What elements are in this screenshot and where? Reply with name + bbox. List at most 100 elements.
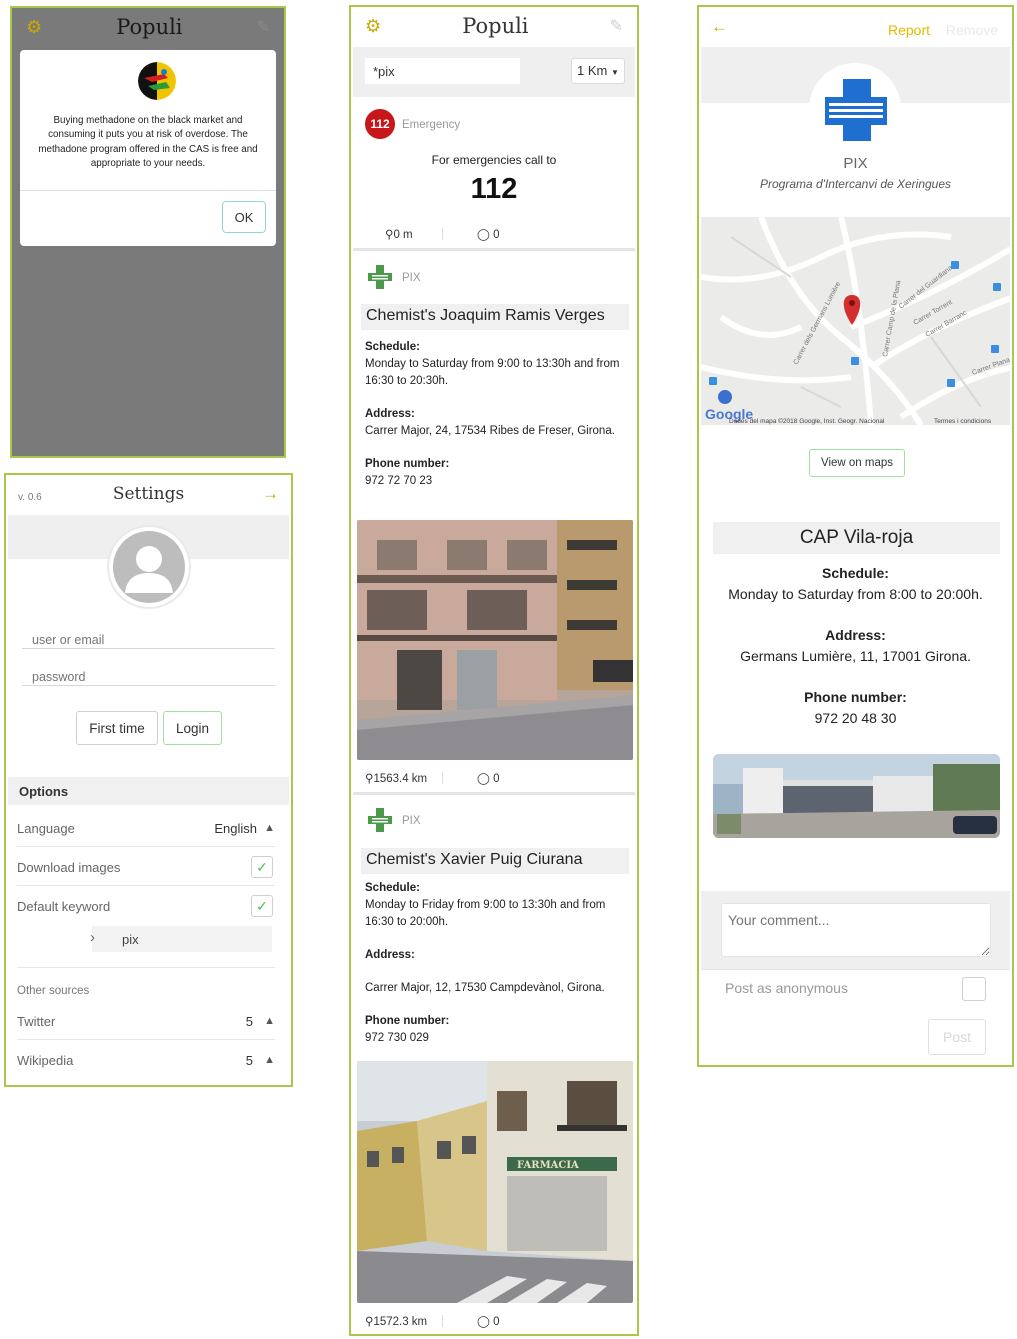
phone-label: Phone number: — [365, 1015, 450, 1027]
report-button[interactable]: Report — [888, 22, 930, 38]
map-attribution: Dades del mapa ©2018 Google, Inst. Geogr… — [729, 417, 885, 425]
arrow-left-icon[interactable]: ← — [711, 17, 728, 37]
address-block: Address: Germans Lumière, 11, 17001 Giro… — [699, 625, 1012, 667]
download-images-row: Download images ✓ — [17, 848, 275, 886]
radius-select[interactable]: 1 Km ▼ — [571, 58, 625, 84]
phone-block: Phone number: 972 20 48 30 — [699, 687, 1012, 729]
comments-meta[interactable]: ◯ 0 — [477, 227, 499, 241]
keyword-input[interactable]: › pix — [90, 926, 272, 952]
location-map[interactable]: Carrer dels Germans Lumière Carrer Camp … — [701, 217, 1010, 425]
app-title: Populi — [462, 14, 529, 38]
meta-divider — [442, 1315, 443, 1327]
user-email-input[interactable] — [22, 625, 275, 649]
alert-dialog: Buying methadone on the black market and… — [20, 50, 276, 246]
distance-meta: ⚲1563.4 km — [365, 771, 427, 785]
download-images-checkbox[interactable]: ✓ — [251, 856, 273, 878]
distance-meta: ⚲1572.3 km — [365, 1314, 427, 1328]
password-input[interactable] — [22, 662, 275, 686]
caret-up-icon[interactable]: ▲ — [264, 822, 275, 834]
other-sources-header: Other sources — [17, 985, 90, 997]
pencil-icon[interactable]: ✎ — [610, 16, 623, 36]
card-title: Chemist's Xavier Puig Ciurana — [361, 848, 629, 874]
comments-meta[interactable]: ◯ 0 — [477, 1314, 499, 1328]
card-divider — [353, 248, 635, 251]
gear-icon[interactable]: ⚙ — [26, 17, 42, 38]
street-photo — [357, 520, 633, 760]
comment-input[interactable] — [721, 903, 991, 957]
wikipedia-row[interactable]: Wikipedia 5 ▲ — [17, 1041, 275, 1079]
post-button[interactable]: Post — [928, 1019, 986, 1055]
schedule-text: Monday to Saturday from 9:00 to 13:30h a… — [365, 358, 620, 387]
twitter-value[interactable]: 5 — [246, 1014, 253, 1029]
pix-cross-icon — [368, 265, 392, 289]
emergency-badge: 112 — [365, 109, 395, 139]
keyword-value: pix — [122, 932, 139, 947]
address-text: Germans Lumière, 11, 17001 Girona. — [740, 648, 971, 664]
schedule-label: Schedule: — [822, 565, 889, 581]
pix-cross-icon — [809, 63, 901, 155]
shop-sign-text: FARMACIA — [517, 1160, 579, 1171]
emergency-category: Emergency — [402, 119, 461, 131]
building-photo — [713, 754, 1000, 838]
anonymous-checkbox[interactable] — [962, 977, 986, 1001]
default-keyword-checkbox[interactable]: ✓ — [251, 895, 273, 917]
twitter-label: Twitter — [17, 1014, 56, 1029]
settings-screen: v. 0.6 Settings → First time Login Optio… — [4, 473, 293, 1087]
remove-button[interactable]: Remove — [946, 22, 998, 38]
caret-down-icon: ▼ — [611, 68, 619, 77]
comments-count: 0 — [493, 229, 500, 241]
section-divider — [17, 967, 275, 968]
app-header: ⚙ Populi ✎ — [12, 8, 284, 46]
address-label: Address: — [825, 627, 886, 643]
distance-value: 1572.3 km — [373, 1316, 428, 1328]
anonymous-label: Post as anonymous — [725, 980, 848, 996]
street-photo: FARMACIA — [357, 1061, 633, 1303]
caret-up-icon[interactable]: ▲ — [264, 1054, 275, 1066]
wikipedia-value[interactable]: 5 — [246, 1053, 253, 1068]
pencil-icon[interactable]: ✎ — [257, 17, 270, 37]
language-row[interactable]: Language English ▲ — [17, 809, 275, 847]
ok-button[interactable]: OK — [222, 201, 266, 233]
gear-icon[interactable]: ⚙ — [365, 16, 381, 37]
address-text: Carrer Major, 12, 17530 Campdevànol, Gir… — [365, 982, 605, 994]
phone-text: 972 72 70 23 — [365, 475, 433, 487]
dialog-divider — [20, 190, 276, 191]
distance-value: 0 m — [393, 229, 413, 241]
schedule-block: Schedule: Monday to Saturday from 8:00 t… — [699, 563, 1012, 605]
detail-screen: ← Report Remove PIX Programa d'Intercanv… — [697, 5, 1014, 1067]
search-input[interactable] — [365, 58, 520, 84]
settings-title: Settings — [112, 484, 185, 504]
app-header: ⚙ Populi ✎ — [351, 7, 637, 45]
dialog-message: Buying methadone on the black market and… — [38, 115, 258, 169]
first-time-button[interactable]: First time — [76, 711, 158, 745]
list-screen: ⚙ Populi ✎ 1 Km ▼ 112 Emergency For emer… — [349, 5, 639, 1336]
app-title: Populi — [116, 15, 183, 39]
chevron-right-icon: › — [90, 929, 95, 946]
wikipedia-label: Wikipedia — [17, 1053, 74, 1068]
phone-text[interactable]: 972 20 48 30 — [699, 708, 1012, 729]
caret-up-icon[interactable]: ▲ — [264, 1015, 275, 1027]
view-on-maps-button[interactable]: View on maps — [809, 449, 905, 477]
language-value[interactable]: English — [214, 821, 257, 836]
comments-meta[interactable]: ◯ 0 — [477, 771, 499, 785]
comment-icon: ◯ — [477, 229, 490, 241]
phone-label: Phone number: — [804, 689, 907, 705]
map-terms-link[interactable]: Termes i condicions — [934, 418, 992, 425]
settings-header: v. 0.6 Settings → — [6, 475, 291, 513]
radius-value: 1 Km — [577, 63, 608, 78]
detail-category: PIX — [843, 155, 868, 172]
comments-count: 0 — [493, 773, 500, 785]
login-button[interactable]: Login — [163, 711, 222, 745]
arrow-right-icon[interactable]: → — [262, 484, 279, 504]
card-category: PIX — [402, 815, 421, 827]
search-bar: 1 Km ▼ — [353, 47, 635, 97]
address-text: Carrer Major, 24, 17534 Ribes de Freser,… — [365, 425, 615, 437]
alert-screen: ⚙ Populi ✎ Buying methadone on the black… — [10, 6, 286, 458]
distance-value: 1563.4 km — [373, 773, 428, 785]
avatar-icon[interactable] — [107, 525, 191, 609]
detail-category-full: Programa d'Intercanvi de Xeringues — [759, 177, 952, 191]
twitter-row[interactable]: Twitter 5 ▲ — [17, 1002, 275, 1040]
default-keyword-row: Default keyword ✓ — [17, 887, 275, 925]
card-details: Schedule: Monday to Saturday from 9:00 t… — [365, 339, 627, 490]
emergency-number[interactable]: 112 — [351, 173, 637, 206]
